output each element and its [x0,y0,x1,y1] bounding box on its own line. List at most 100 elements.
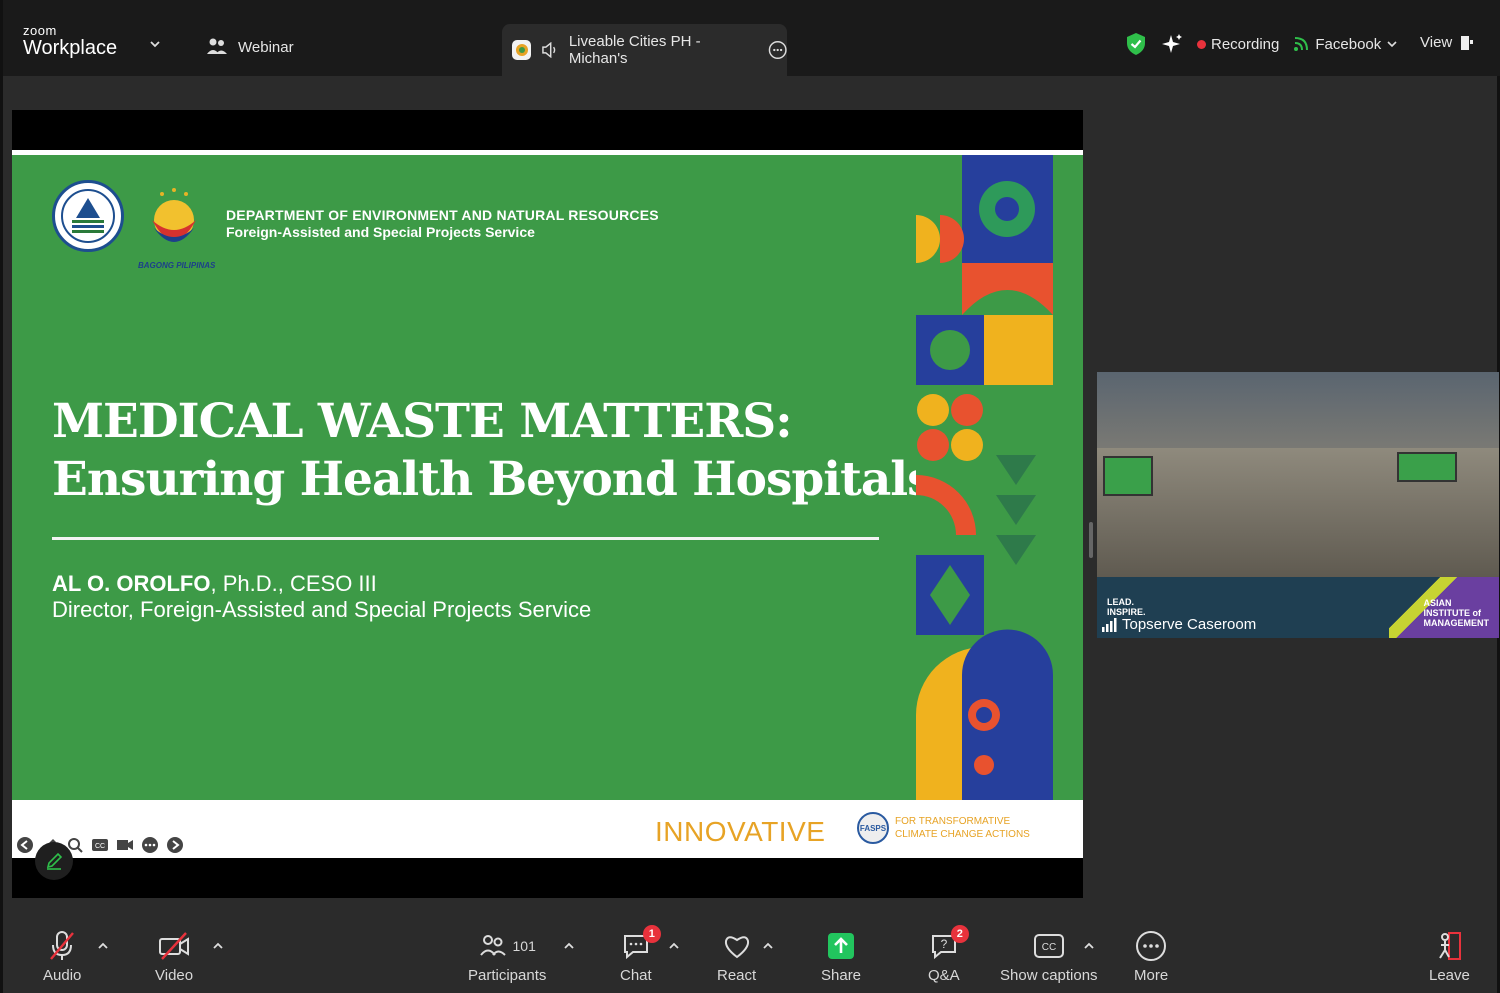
share-button[interactable]: Share [821,929,861,984]
share-screen-icon [828,933,855,959]
fasps-line2: CLIMATE CHANGE ACTIONS [895,829,1030,840]
meeting-controls: Audio Video 101 Participants 1 Chat Reac… [3,915,1500,993]
record-dot-icon [1197,39,1206,49]
chevron-down-icon [1387,41,1397,48]
speaker-credentials: , Ph.D., CESO III [210,571,377,596]
dept-line2: Foreign-Assisted and Special Projects Se… [226,224,535,240]
recording-status[interactable]: Recording [1197,36,1279,53]
view-button[interactable]: View [1420,34,1474,51]
captions-button[interactable]: CC Show captions [1000,929,1098,984]
slide-body: BAGONG PILIPINAS DEPARTMENT OF ENVIRONME… [12,155,1083,800]
room-screen [1103,456,1153,496]
qa-badge: 2 [950,925,969,943]
microphone-muted-icon [50,931,75,960]
zoom-workplace-logo: zoom Workplace [23,24,117,59]
svg-text:?: ? [941,937,948,951]
participant-name: Topserve Caseroom [1122,616,1257,633]
broadcast-icon [1294,37,1309,51]
pencil-icon [46,852,63,870]
chat-label: Chat [620,967,652,984]
webinar-label: Webinar [238,38,294,56]
brand-large: Workplace [23,37,118,59]
speaker-block: AL O. OROLFO, Ph.D., CESO III Director, … [52,571,591,623]
room-screen [1397,452,1457,482]
bagong-pilipinas-logo: BAGONG PILIPINAS [138,180,215,270]
top-bar: zoom Workplace Webinar Liveable Cities P… [3,0,1500,76]
stream-label: Facebook [1315,35,1382,53]
speaker-name: AL O. OROLFO [52,571,211,596]
speaker-icon [542,42,556,58]
video-button[interactable]: Video [155,929,193,984]
audio-button[interactable]: Audio [43,929,81,984]
signal-bars-icon [1102,617,1117,632]
participant-video[interactable]: LEAD. INSPIRE. ASIAN INSTITUTE of MANAGE… [1097,372,1499,638]
ai-sparkle-icon[interactable] [1161,33,1183,55]
caret-up-icon[interactable] [668,941,680,951]
previous-slide-icon[interactable] [15,835,35,855]
camera-off-icon [159,932,190,960]
subtitles-tool-icon[interactable]: CC [90,835,110,855]
brand-small: zoom [23,23,57,38]
fasps-line1: FOR TRANSFORMATIVE [895,816,1011,827]
resize-handle[interactable] [1089,522,1093,558]
webinar-menu[interactable]: Webinar [206,37,294,57]
title-divider [52,537,879,540]
view-label: View [1420,34,1453,51]
app-icon [512,40,532,60]
speaker-name-line: AL O. OROLFO, Ph.D., CESO III [52,571,591,597]
aim-logo-text: ASIAN INSTITUTE of MANAGEMENT [1424,598,1490,628]
shield-check-icon[interactable] [1125,32,1147,56]
share-label: Share [821,967,862,984]
footer-word: INNOVATIVE [655,816,826,847]
participant-nametag: Topserve Caseroom [1101,616,1256,633]
video-label: Video [155,967,194,984]
participants-icon [479,935,506,956]
fasps-tagline: FOR TRANSFORMATIVE CLIMATE CHANGE ACTION… [895,815,1030,841]
department-heading: DEPARTMENT OF ENVIRONMENT AND NATURAL RE… [226,207,659,241]
camera-tool-icon[interactable] [115,835,135,855]
tab-title: Liveable Cities PH - Michan's [568,33,701,67]
fasps-logo: FASPS FOR TRANSFORMATIVE CLIMATE CHANGE … [857,812,1030,844]
audio-label: Audio [43,967,82,984]
caret-up-icon[interactable] [762,941,774,951]
lead-inspire-text: LEAD. INSPIRE. [1107,597,1146,617]
next-slide-icon[interactable] [165,835,185,855]
captions-label: Show captions [1000,967,1098,984]
participants-label: Participants [468,967,547,984]
more-options-icon[interactable] [768,40,787,60]
participants-button[interactable]: 101 Participants [468,929,546,984]
dept-line1: DEPARTMENT OF ENVIRONMENT AND NATURAL RE… [226,207,659,223]
more-icon [1136,931,1167,961]
denr-seal-icon [52,180,124,252]
lead-line1: LEAD. [1107,597,1134,607]
caret-up-icon[interactable] [212,941,224,951]
title-line2: Ensuring Health Beyond Hospitals [52,452,934,507]
meeting-tab[interactable]: Liveable Cities PH - Michan's [502,24,787,76]
leave-button[interactable]: Leave [1429,929,1470,984]
agency-logos: BAGONG PILIPINAS [52,180,215,270]
presentation-slide: BAGONG PILIPINAS DEPARTMENT OF ENVIRONME… [12,150,1083,858]
title-line1: MEDICAL WASTE MATTERS: [52,394,793,449]
live-stream-status[interactable]: Facebook [1293,36,1397,53]
annotate-button[interactable] [35,842,73,880]
react-button[interactable]: React [717,929,756,984]
qa-button[interactable]: ? 2 Q&A [928,925,969,984]
leave-door-icon [1439,932,1462,960]
more-label: More [1134,967,1169,984]
chat-button[interactable]: 1 Chat [620,925,661,984]
closed-captions-icon: CC [1033,934,1064,958]
recording-label: Recording [1211,35,1280,53]
speaker-role: Director, Foreign-Assisted and Special P… [52,597,592,622]
more-tool-icon[interactable] [140,835,160,855]
caret-up-icon[interactable] [1083,941,1095,951]
more-button[interactable]: More [1134,929,1168,984]
slide-title: MEDICAL WASTE MATTERS: Ensuring Health B… [52,393,934,509]
video-background [1097,372,1499,452]
aim-line1: ASIAN [1423,598,1452,608]
caret-up-icon[interactable] [563,941,575,951]
fasps-seal: FASPS [857,812,889,844]
people-icon [207,38,227,54]
chevron-down-icon[interactable] [149,38,161,50]
caret-up-icon[interactable] [97,941,109,951]
aim-line3: MANAGEMENT [1423,618,1490,628]
